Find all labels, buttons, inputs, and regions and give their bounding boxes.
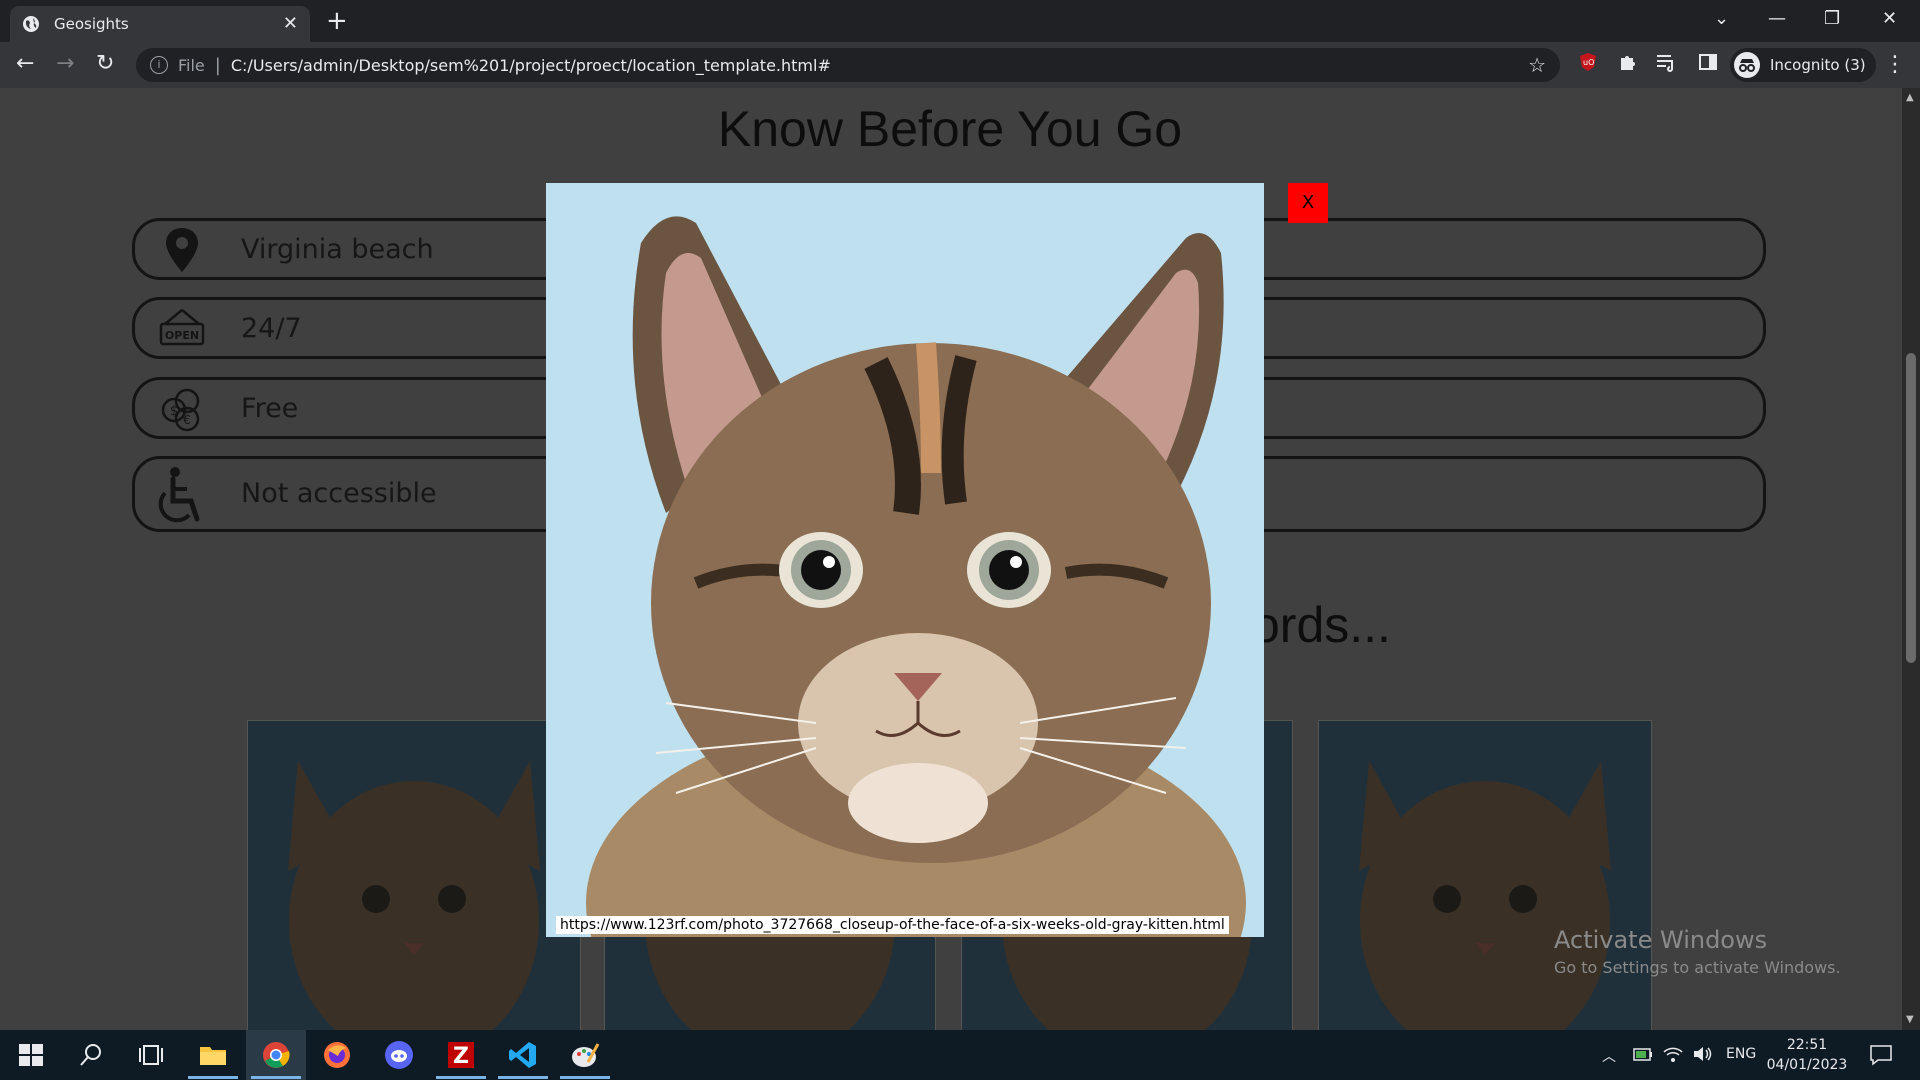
tab-title: Geosights <box>54 15 129 33</box>
location-text: Virginia beach <box>241 234 434 265</box>
battery-icon[interactable] <box>1632 1044 1654 1064</box>
open-sign-icon: OPEN <box>159 309 205 346</box>
extensions-puzzle-icon[interactable] <box>1618 52 1638 77</box>
ublock-icon[interactable]: uO <box>1578 52 1598 77</box>
scrollbar-thumb[interactable] <box>1906 353 1916 663</box>
chrome-running-indicator <box>251 1076 301 1079</box>
browser-tab[interactable]: Geosights ✕ <box>10 6 310 42</box>
scroll-down-icon[interactable]: ▼ <box>1906 1014 1914 1025</box>
search-icon[interactable] <box>76 1040 106 1070</box>
incognito-icon <box>1734 52 1760 78</box>
coins-icon: $ € <box>161 388 200 432</box>
notifications-icon[interactable] <box>1868 1042 1894 1068</box>
wheelchair-icon <box>158 467 200 523</box>
system-clock[interactable]: 22:51 04/01/2023 <box>1758 1035 1856 1075</box>
restore-icon[interactable]: ❐ <box>1824 8 1840 29</box>
paint-running-indicator <box>560 1076 610 1079</box>
bookmark-star-icon[interactable]: ☆ <box>1528 53 1546 77</box>
minimize-icon[interactable]: — <box>1768 8 1786 29</box>
windows-start-icon[interactable] <box>16 1040 46 1070</box>
task-view-icon[interactable] <box>136 1040 166 1070</box>
incognito-profile-button[interactable]: Incognito (3) <box>1730 48 1876 82</box>
hours-text: 24/7 <box>241 313 302 344</box>
chrome-icon[interactable] <box>261 1040 291 1070</box>
price-text: Free <box>241 393 299 424</box>
file-explorer-running-indicator <box>188 1076 238 1079</box>
incognito-label: Incognito (3) <box>1770 56 1866 74</box>
accessibility-text: Not accessible <box>241 478 437 509</box>
discord-icon[interactable] <box>384 1040 414 1070</box>
filezilla-running-indicator <box>436 1076 486 1079</box>
url-text[interactable]: C:/Users/admin/Desktop/sem%201/project/p… <box>231 56 1528 75</box>
more-menu-icon[interactable]: ⋮ <box>1884 52 1906 77</box>
windows-taskbar: Z ︿ ENG 22:51 04/01/2023 <box>0 1030 1920 1080</box>
page-title: Know Before You Go <box>717 101 1183 157</box>
new-tab-button[interactable]: + <box>326 8 348 34</box>
volume-icon[interactable] <box>1692 1044 1714 1064</box>
reload-icon[interactable]: ↻ <box>96 52 114 76</box>
file-explorer-icon[interactable] <box>198 1040 228 1070</box>
media-queue-icon[interactable] <box>1656 52 1678 77</box>
tab-bar: Geosights ✕ + ⌄ — ❐ ✕ <box>0 0 1920 42</box>
address-bar[interactable]: i File | C:/Users/admin/Desktop/sem%201/… <box>136 48 1560 82</box>
firefox-icon[interactable] <box>322 1040 352 1070</box>
address-scheme-label: File <box>178 55 205 75</box>
svg-text:$: $ <box>170 404 178 419</box>
svg-text:Z: Z <box>453 1044 469 1069</box>
info-icon[interactable]: i <box>150 56 168 74</box>
show-hidden-icons-chevron-icon[interactable]: ︿ <box>1602 1046 1616 1066</box>
gallery-thumbnail[interactable] <box>247 720 581 1030</box>
paint-icon[interactable] <box>570 1040 600 1070</box>
gallery-heading-right: ords... <box>1252 596 1552 654</box>
wifi-icon[interactable] <box>1662 1044 1684 1064</box>
browser-toolbar: ← → ↻ i File | C:/Users/admin/Desktop/se… <box>0 42 1920 88</box>
vscode-icon[interactable] <box>508 1040 538 1070</box>
gallery-heading-right-text: ords... <box>1252 597 1391 653</box>
tab-search-chevron-icon[interactable]: ⌄ <box>1714 8 1729 29</box>
kitten-thumbnail-image <box>1359 761 1611 1030</box>
vscode-running-indicator <box>498 1076 548 1079</box>
close-tab-icon[interactable]: ✕ <box>283 15 298 33</box>
language-indicator[interactable]: ENG <box>1726 1046 1756 1062</box>
kitten-photo <box>546 183 1264 937</box>
filezilla-icon[interactable]: Z <box>446 1040 476 1070</box>
image-modal <box>546 183 1264 937</box>
close-modal-button[interactable]: X <box>1288 183 1328 223</box>
gallery-thumbnail[interactable] <box>1318 720 1652 1030</box>
activate-windows-title: Activate Windows <box>1554 926 1768 954</box>
kitten-thumbnail-image <box>288 761 540 1030</box>
back-arrow-icon[interactable]: ← <box>16 52 34 76</box>
activate-windows-subtitle: Go to Settings to activate Windows. <box>1554 958 1841 977</box>
clock-time: 22:51 <box>1786 1037 1828 1053</box>
open-sign-text: OPEN <box>165 329 199 342</box>
scroll-up-icon[interactable]: ▲ <box>1906 92 1914 103</box>
svg-text:uO: uO <box>1583 58 1594 67</box>
svg-text:€: € <box>183 413 191 427</box>
image-source-caption[interactable]: https://www.123rf.com/photo_3727668_clos… <box>556 916 1229 934</box>
globe-icon <box>23 16 39 32</box>
address-separator: | <box>214 54 221 76</box>
forward-arrow-icon[interactable]: → <box>56 52 74 76</box>
close-window-icon[interactable]: ✕ <box>1882 8 1897 29</box>
page-scrollbar[interactable]: ▲ ▼ <box>1902 88 1920 1030</box>
location-pin-icon <box>166 228 198 272</box>
side-panel-icon[interactable] <box>1698 52 1718 77</box>
clock-date: 04/01/2023 <box>1766 1057 1848 1073</box>
